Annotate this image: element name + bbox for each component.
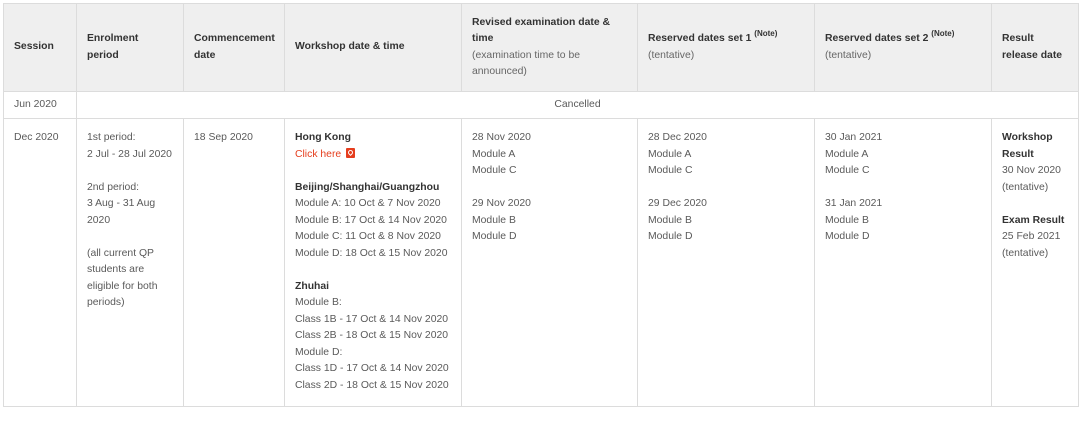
- result-exam-date: 25 Feb 2021: [1002, 231, 1061, 242]
- cell-revised-dec: 28 Nov 2020 Module A Module C 29 Nov 202…: [461, 118, 638, 407]
- header-reserved1-subtitle: (tentative): [648, 49, 695, 61]
- header-enrolment-period: Enrolment period: [76, 3, 184, 92]
- cell-session-dec: Dec 2020: [3, 118, 77, 407]
- reserved1-module: Module A: [648, 148, 692, 160]
- workshop-zhuhai-line: Class 2D - 18 Oct & 15 Nov 2020: [295, 379, 449, 391]
- header-reserved1-title: Reserved dates set 1: [648, 33, 752, 44]
- cell-cancelled: Cancelled: [76, 91, 1079, 119]
- reserved2-date-2: 31 Jan 2021: [825, 198, 883, 209]
- result-exam-note: (tentative): [1002, 247, 1049, 259]
- table-row-dec-2020: Dec 2020 1st period: 2 Jul - 28 Jul 2020…: [3, 118, 1079, 407]
- header-session: Session: [3, 3, 77, 92]
- revised-module: Module D: [472, 231, 517, 242]
- cell-result-dec: Workshop Result 30 Nov 2020 (tentative) …: [991, 118, 1079, 407]
- result-workshop-label: Workshop Result: [1002, 132, 1053, 160]
- header-revised-exam: Revised examination date & time (examina…: [461, 3, 638, 92]
- workshop-hk-title: Hong Kong: [295, 132, 351, 143]
- revised-module: Module C: [472, 165, 517, 176]
- workshop-bsg-title: Beijing/Shanghai/Guangzhou: [295, 181, 440, 193]
- reserved1-date-1: 28 Dec 2020: [648, 132, 707, 143]
- result-workshop-note: (tentative): [1002, 181, 1049, 193]
- reserved1-date-2: 29 Dec 2020: [648, 198, 707, 209]
- reserved2-module: Module B: [825, 214, 869, 226]
- header-reserved2-note: (Note): [931, 28, 955, 38]
- header-reserved-set-1: Reserved dates set 1 (Note) (tentative): [637, 3, 815, 92]
- enrolment-p2-label: 2nd period:: [87, 181, 139, 193]
- header-reserved-set-2: Reserved dates set 2 (Note) (tentative): [814, 3, 992, 92]
- header-commencement-date: Commencement date: [183, 3, 285, 92]
- workshop-zhuhai-line: Class 1B - 17 Oct & 14 Nov 2020: [295, 313, 449, 325]
- header-revised-title: Revised examination date & time: [472, 16, 611, 45]
- workshop-bsg-line: Module C: 11 Oct & 8 Nov 2020: [295, 231, 441, 242]
- workshop-zhuhai-line: Module D:: [295, 346, 343, 358]
- header-workshop-date-time: Workshop date & time: [284, 3, 462, 92]
- workshop-zhuhai-line: Class 2B - 18 Oct & 15 Nov 2020: [295, 330, 449, 341]
- pdf-icon[interactable]: [346, 147, 356, 158]
- revised-module: Module B: [472, 214, 516, 226]
- cell-session-jun: Jun 2020: [3, 91, 77, 119]
- header-reserved2-subtitle: (tentative): [825, 49, 872, 61]
- cell-commencement-dec: 18 Sep 2020: [183, 118, 285, 407]
- result-workshop-date: 30 Nov 2020: [1002, 165, 1061, 176]
- cell-reserved2-dec: 30 Jan 2021 Module A Module C 31 Jan 202…: [814, 118, 992, 407]
- revised-module: Module A: [472, 148, 516, 160]
- reserved2-module: Module A: [825, 148, 869, 160]
- reserved1-module: Module B: [648, 214, 692, 226]
- enrolment-note: (all current QP students are eligible fo…: [87, 247, 158, 309]
- workshop-zhuhai-line: Module B:: [295, 297, 342, 308]
- cell-enrolment-dec: 1st period: 2 Jul - 28 Jul 2020 2nd peri…: [76, 118, 184, 407]
- header-revised-subtitle: (examination time to be announced): [472, 49, 581, 78]
- header-reserved2-title: Reserved dates set 2: [825, 33, 929, 44]
- workshop-bsg-line: Module A: 10 Oct & 7 Nov 2020: [295, 198, 441, 209]
- workshop-bsg-line: Module D: 18 Oct & 15 Nov 2020: [295, 247, 448, 259]
- cell-workshop-dec: Hong Kong Click here Beijing/Shanghai/Gu…: [284, 118, 462, 407]
- workshop-zhuhai-title: Zhuhai: [295, 280, 330, 292]
- revised-date-2: 29 Nov 2020: [472, 198, 531, 209]
- table-row-jun-2020: Jun 2020 Cancelled: [3, 91, 1079, 119]
- revised-date-1: 28 Nov 2020: [472, 132, 531, 143]
- header-reserved1-note: (Note): [754, 28, 778, 38]
- header-result-release-date: Result release date: [991, 3, 1079, 92]
- enrolment-p1-dates: 2 Jul - 28 Jul 2020: [87, 148, 172, 160]
- reserved1-module: Module D: [648, 231, 693, 242]
- reserved2-module: Module C: [825, 165, 870, 176]
- workshop-bsg-line: Module B: 17 Oct & 14 Nov 2020: [295, 214, 447, 226]
- exam-schedule-table: Session Enrolment period Commencement da…: [3, 3, 1079, 407]
- enrolment-p1-label: 1st period:: [87, 132, 136, 143]
- workshop-zhuhai-line: Class 1D - 17 Oct & 14 Nov 2020: [295, 363, 449, 374]
- result-exam-label: Exam Result: [1002, 214, 1065, 226]
- enrolment-p2-dates: 3 Aug - 31 Aug 2020: [87, 198, 156, 226]
- reserved1-module: Module C: [648, 165, 693, 176]
- workshop-hk-link[interactable]: Click here: [295, 149, 341, 160]
- header-row: Session Enrolment period Commencement da…: [3, 3, 1079, 92]
- cell-reserved1-dec: 28 Dec 2020 Module A Module C 29 Dec 202…: [637, 118, 815, 407]
- reserved2-module: Module D: [825, 231, 870, 242]
- reserved2-date-1: 30 Jan 2021: [825, 132, 883, 143]
